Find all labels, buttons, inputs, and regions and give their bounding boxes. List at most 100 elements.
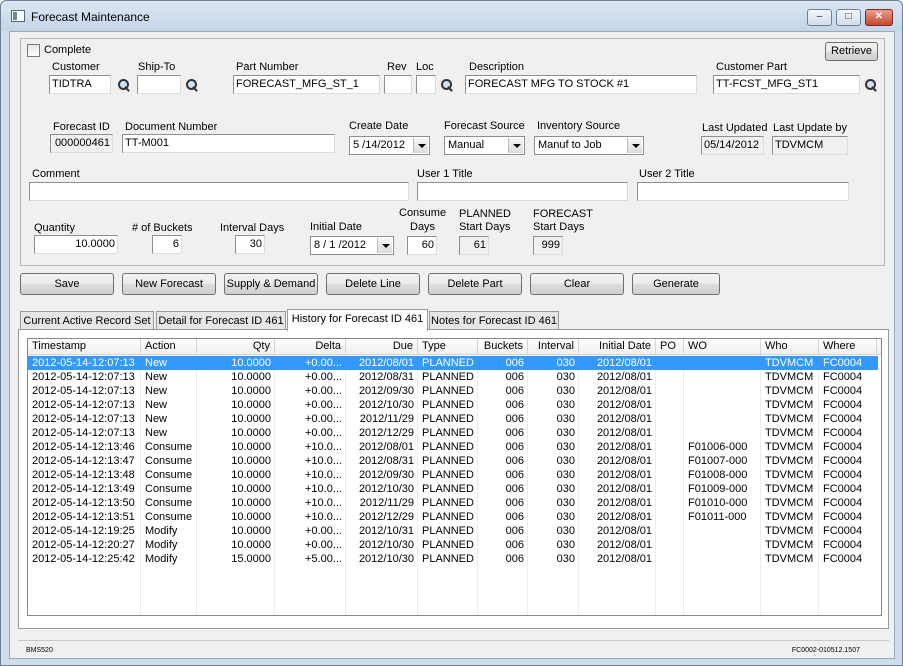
comment-field[interactable] (29, 182, 409, 201)
customer-field[interactable]: TIDTRA (49, 75, 111, 94)
generate-button[interactable]: Generate (632, 273, 720, 295)
column-header[interactable]: Timestamp (28, 339, 141, 355)
title-bar[interactable]: Forecast Maintenance – □ ✕ (1, 1, 902, 31)
table-row[interactable]: 2012-05-14-12:07:13 New 10.0000 +0.00... 201… (28, 356, 878, 370)
table-cell: TDVMCM (765, 455, 814, 467)
table-cell: PLANNED (422, 497, 474, 509)
chevron-down-icon[interactable] (377, 238, 392, 253)
chevron-down-icon[interactable] (508, 138, 523, 153)
table-row[interactable]: 2012-05-14-12:07:13 New 10.0000 +0.00... 201… (28, 384, 878, 398)
column-header[interactable]: Type (418, 339, 478, 355)
table-cell: FC0004 (823, 399, 863, 411)
close-button[interactable]: ✕ (865, 9, 893, 26)
maximize-button[interactable]: □ (836, 9, 861, 26)
chevron-down-icon[interactable] (627, 138, 642, 153)
forecast-start-field: 999 (533, 236, 563, 255)
tab-detail-forecast[interactable]: Detail for Forecast ID 461 (156, 311, 286, 331)
complete-checkbox[interactable] (27, 44, 40, 57)
window-title: Forecast Maintenance (31, 10, 150, 24)
supply-demand-button[interactable]: Supply & Demand (224, 273, 318, 295)
table-cell: FC0004 (823, 371, 863, 383)
table-row[interactable]: 2012-05-14-12:07:13 New 10.0000 +0.00... 201… (28, 398, 878, 412)
column-header[interactable]: Where (819, 339, 877, 355)
delete-part-button[interactable]: Delete Part (428, 273, 522, 295)
column-header[interactable]: WO (684, 339, 761, 355)
table-cell: 10.0000 (231, 525, 271, 537)
new-forecast-button[interactable]: New Forecast (122, 273, 216, 295)
inventory-source-select[interactable]: Manuf to Job (534, 136, 644, 155)
consume-days-field[interactable]: 60 (407, 236, 437, 255)
ship-to-field[interactable] (137, 75, 181, 94)
create-date-picker[interactable]: 5 /14/2012 (349, 136, 430, 155)
table-row[interactable]: 2012-05-14-12:13:48 Consume 10.0000 +10.0..… (28, 468, 878, 482)
table-row[interactable]: 2012-05-14-12:13:46 Consume 10.0000 +10.0..… (28, 440, 878, 454)
history-grid[interactable]: Timestamp Action Qty Delta Due Type Buckets Int… (27, 338, 882, 616)
description-field[interactable]: FORECAST MFG TO STOCK #1 (465, 75, 697, 94)
forecast-id-stub (31, 134, 49, 152)
customer-part-field[interactable]: TT-FCST_MFG_ST1 (713, 75, 860, 94)
tab-notes-forecast[interactable]: Notes for Forecast ID 461 (429, 311, 559, 331)
table-cell: FC0004 (823, 469, 863, 481)
table-cell: FC0004 (823, 455, 863, 467)
column-header[interactable]: Buckets (478, 339, 528, 355)
table-row[interactable]: 2012-05-14-12:13:51 Consume 10.0000 +10.0..… (28, 510, 878, 524)
table-row[interactable]: 2012-05-14-12:25:42 Modify 15.0000 +5.00...… (28, 552, 878, 566)
table-row[interactable]: 2012-05-14-12:13:50 Consume 10.0000 +10.0..… (28, 496, 878, 510)
table-cell: +10.0... (304, 497, 342, 509)
retrieve-button[interactable]: Retrieve (825, 42, 878, 61)
clear-button[interactable]: Clear (530, 273, 624, 295)
table-row[interactable]: 2012-05-14-12:07:13 New 10.0000 +0.00... 201… (28, 426, 878, 440)
ship-to-lookup-icon[interactable] (185, 78, 199, 92)
table-row[interactable]: 2012-05-14-12:07:13 New 10.0000 +0.00... 201… (28, 370, 878, 384)
table-cell: 2012-05-14-12:25:42 (32, 553, 135, 565)
initial-date-picker[interactable]: 8 / 1 /2012 (310, 236, 394, 255)
tab-history-forecast[interactable]: History for Forecast ID 461 (287, 309, 428, 331)
column-header[interactable]: Due (346, 339, 418, 355)
table-cell: +0.00... (304, 427, 342, 439)
table-cell: 10.0000 (231, 455, 271, 467)
table-cell: Modify (145, 553, 178, 565)
table-cell: PLANNED (422, 357, 474, 369)
quantity-field[interactable]: 10.0000 (34, 235, 118, 254)
user1-title-field[interactable] (417, 182, 628, 201)
delete-line-button[interactable]: Delete Line (326, 273, 420, 295)
close-icon: ✕ (874, 11, 884, 22)
rev-field[interactable] (384, 75, 412, 94)
part-number-field[interactable]: FORECAST_MFG_ST_1 (233, 75, 380, 94)
interval-days-field[interactable]: 30 (235, 235, 265, 254)
user1-title-label: User 1 Title (417, 168, 473, 180)
column-header[interactable]: Delta (275, 339, 346, 355)
minimize-button[interactable]: – (807, 9, 832, 26)
column-header[interactable]: Initial Date (579, 339, 656, 355)
chevron-down-icon[interactable] (413, 138, 428, 153)
buckets-field[interactable]: 6 (152, 235, 182, 254)
column-header[interactable]: Interval (528, 339, 579, 355)
table-cell (684, 370, 761, 384)
table-cell: 10.0000 (231, 427, 271, 439)
column-header[interactable]: Who (761, 339, 819, 355)
table-cell: 2012-05-14-12:20:27 (32, 539, 135, 551)
loc-lookup-icon[interactable] (440, 78, 454, 92)
loc-field[interactable] (416, 75, 436, 94)
table-cell: TDVMCM (765, 413, 814, 425)
column-header[interactable]: Qty (197, 339, 275, 355)
history-tab-panel: Timestamp Action Qty Delta Due Type Buckets Int… (18, 329, 889, 629)
table-row[interactable]: 2012-05-14-12:13:47 Consume 10.0000 +10.0..… (28, 454, 878, 468)
table-row[interactable]: 2012-05-14-12:20:27 Modify 10.0000 +0.00...… (28, 538, 878, 552)
table-row[interactable]: 2012-05-14-12:19:25 Modify 10.0000 +0.00...… (28, 524, 878, 538)
column-header[interactable]: PO (656, 339, 684, 355)
tab-current-active-record-set[interactable]: Current Active Record Set (20, 311, 154, 331)
forecast-source-select[interactable]: Manual (444, 136, 525, 155)
table-row[interactable]: 2012-05-14-12:07:13 New 10.0000 +0.00... 201… (28, 412, 878, 426)
table-cell: Modify (145, 539, 178, 551)
customer-part-lookup-icon[interactable] (864, 78, 878, 92)
user2-title-field[interactable] (637, 182, 849, 201)
table-cell: 2012-05-14-12:07:13 (32, 357, 135, 369)
table-row[interactable]: 2012-05-14-12:13:49 Consume 10.0000 +10.0..… (28, 482, 878, 496)
document-number-field[interactable]: TT-M001 (122, 134, 335, 153)
column-header[interactable]: Action (141, 339, 197, 355)
customer-lookup-icon[interactable] (117, 78, 131, 92)
table-cell: Consume (145, 455, 193, 467)
last-updated-label: Last Updated (702, 122, 768, 134)
save-button[interactable]: Save (20, 273, 114, 295)
